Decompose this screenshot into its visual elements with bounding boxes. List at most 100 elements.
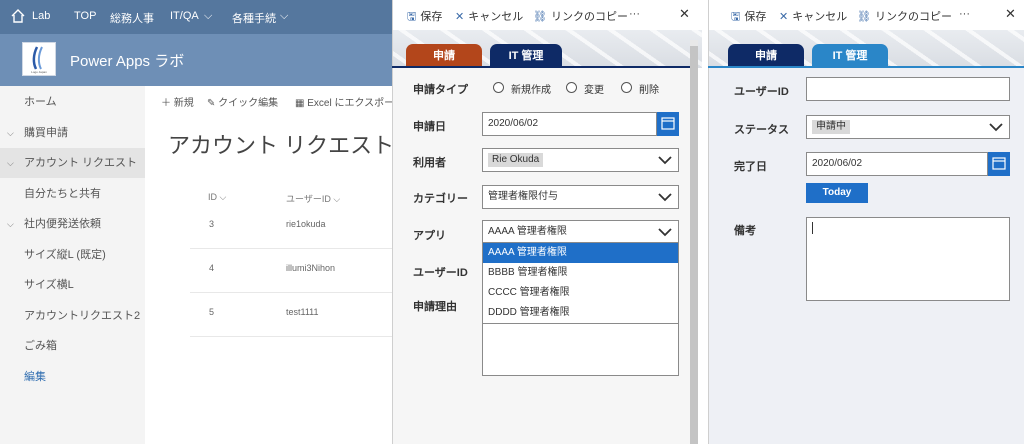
chevron-down-icon: ⌵ — [204, 10, 213, 22]
copy-link-button[interactable]: ⛓ リンクのコピー — [857, 8, 952, 24]
cancel-button[interactable]: ✕ キャンセル — [455, 8, 523, 24]
cell-id: 5 — [209, 307, 215, 317]
close-panel-icon[interactable]: ✕ — [679, 6, 690, 22]
home-icon[interactable] — [10, 8, 26, 24]
tab-request[interactable]: 申請 — [728, 44, 804, 68]
grid-icon: ▦ — [295, 98, 308, 109]
table-row[interactable]: 3 rie1okuda — [190, 205, 392, 249]
calendar-button[interactable] — [988, 152, 1010, 176]
nav-item-label: 購買申請 — [24, 126, 68, 139]
done-date-label: 完了日 — [734, 161, 767, 173]
dropdown-option[interactable]: BBBB 管理者権限 — [483, 263, 678, 283]
tab-request[interactable]: 申請 — [406, 44, 482, 68]
reason-textarea[interactable] — [482, 322, 679, 376]
category-select[interactable]: 管理者権限付与 — [482, 185, 679, 209]
chevron-down-icon — [989, 123, 1003, 132]
nav-item[interactable]: 編集 — [0, 362, 145, 392]
nav-item[interactable]: ホーム — [0, 87, 145, 117]
nav-item[interactable]: サイズ横L — [0, 270, 145, 300]
suite-item-lab[interactable]: Lab — [32, 10, 50, 22]
new-button[interactable]: ＋ 新規 — [161, 94, 194, 109]
calendar-button[interactable] — [657, 112, 679, 136]
nav-item-label: アカウントリクエスト2 — [24, 309, 141, 322]
calendar-icon — [992, 157, 1006, 170]
radio-delete[interactable] — [621, 82, 632, 93]
category-value: 管理者権限付与 — [488, 191, 558, 202]
nav-item-label: 社内便発送依頼 — [24, 218, 101, 230]
nav-item-label: ごみ箱 — [24, 340, 57, 352]
cell-id: 3 — [209, 219, 215, 229]
more-button[interactable]: ··· — [959, 8, 970, 20]
chevron-down-icon — [658, 193, 672, 202]
pencil-icon: ✎ — [207, 98, 219, 109]
nav-item[interactable]: サイズ縦L (既定) — [0, 240, 145, 270]
dropdown-option[interactable]: CCCC 管理者権限 — [483, 283, 678, 303]
app-dropdown-list: AAAA 管理者権限 BBBB 管理者権限 CCCC 管理者権限 DDDD 管理… — [482, 242, 679, 324]
close-icon: ✕ — [779, 11, 789, 23]
radio-change[interactable] — [566, 82, 577, 93]
chevron-down-icon[interactable]: ⌵ — [7, 148, 14, 178]
nav-item[interactable]: アカウントリクエスト2 — [0, 301, 145, 331]
category-label: カテゴリー — [413, 193, 468, 205]
chevron-down-icon — [658, 228, 672, 237]
chevron-down-icon — [658, 156, 672, 165]
radio-delete-label[interactable]: 削除 — [639, 81, 659, 96]
userid-label-mid: ユーザーID — [413, 267, 468, 279]
chevron-down-icon: ⌵ — [280, 10, 289, 22]
chevron-down-icon[interactable]: ⌵ — [7, 118, 14, 148]
save-button[interactable]: 🖫 保存 — [407, 8, 442, 27]
copy-link-button[interactable]: ⛓ リンクのコピー — [533, 8, 628, 24]
userid-input[interactable] — [806, 77, 1010, 101]
nav-item-label: サイズ横L — [24, 279, 74, 291]
save-button[interactable]: 🖫 保存 — [731, 8, 766, 27]
quick-edit-button[interactable]: ✎ クイック編集 — [207, 94, 278, 109]
nav-item-label: 編集 — [24, 370, 46, 383]
scrollbar-thumb[interactable] — [690, 46, 698, 444]
link-icon: ⛓ — [533, 11, 547, 23]
nav-item[interactable]: 自分たちと共有 — [0, 179, 145, 209]
chevron-down-icon[interactable]: ⌵ — [7, 209, 14, 239]
site-logo[interactable]: Logo Japan — [22, 42, 56, 76]
radio-new[interactable] — [493, 82, 504, 93]
table-row[interactable]: 5 test1111 — [190, 293, 392, 337]
done-date-field[interactable]: 2020/06/02 — [806, 152, 988, 176]
command-bar: ＋ 新規 ✎ クイック編集 ▦ Excel にエクスポー — [145, 86, 394, 116]
suite-item-procedures[interactable]: 各種手続 — [232, 10, 276, 26]
dropdown-option[interactable]: DDDD 管理者権限 — [483, 303, 678, 323]
today-button[interactable]: Today — [806, 183, 868, 203]
close-icon: ✕ — [455, 11, 465, 23]
app-select[interactable]: AAAA 管理者権限 — [482, 220, 679, 244]
more-button[interactable]: ··· — [629, 8, 640, 20]
request-type-label: 申請タイプ — [413, 84, 468, 96]
notes-textarea[interactable] — [806, 217, 1010, 301]
nav-item-label: サイズ縦L (既定) — [24, 248, 106, 261]
site-title[interactable]: Power Apps ラボ — [70, 50, 184, 71]
close-panel-icon[interactable]: ✕ — [1005, 6, 1016, 22]
nav-item[interactable]: ⌵ 購買申請 — [0, 118, 145, 148]
status-select[interactable]: 申請中 — [806, 115, 1010, 139]
nav-item[interactable]: ⌵ アカウント リクエスト — [0, 148, 145, 178]
table-row[interactable]: 4 illumi3Nihon — [190, 249, 392, 293]
dropdown-option[interactable]: AAAA 管理者権限 — [483, 243, 678, 263]
nav-item[interactable]: ⌵ 社内便発送依頼 — [0, 209, 145, 239]
export-excel-button[interactable]: ▦ Excel にエクスポー — [295, 94, 394, 109]
app-label: アプリ — [413, 230, 446, 242]
suite-item-top[interactable]: TOP — [74, 10, 96, 22]
radio-new-label[interactable]: 新規作成 — [511, 81, 551, 96]
text-cursor — [812, 222, 813, 234]
suite-item-hr[interactable]: 総務人事 — [110, 10, 154, 26]
nav-item-label: ホーム — [24, 96, 57, 108]
column-header-id[interactable]: ID ⌵ — [208, 192, 226, 203]
request-date-field[interactable]: 2020/06/02 — [482, 112, 657, 136]
status-label: ステータス — [734, 124, 789, 136]
tab-it-admin[interactable]: IT 管理 — [812, 44, 888, 68]
form-toolbar: 🖫 保存 ✕ キャンセル ⛓ リンクのコピー ··· ✕ — [709, 0, 1024, 30]
column-header-userid[interactable]: ユーザーID ⌵ — [286, 192, 340, 205]
cancel-button[interactable]: ✕ キャンセル — [779, 8, 847, 24]
tab-it-admin[interactable]: IT 管理 — [490, 44, 562, 68]
user-select[interactable]: Rie Okuda — [482, 148, 679, 172]
user-chip: Rie Okuda — [488, 153, 544, 167]
nav-item[interactable]: ごみ箱 — [0, 331, 145, 361]
radio-change-label[interactable]: 変更 — [584, 81, 604, 96]
suite-item-itqa[interactable]: IT/QA — [170, 10, 199, 22]
